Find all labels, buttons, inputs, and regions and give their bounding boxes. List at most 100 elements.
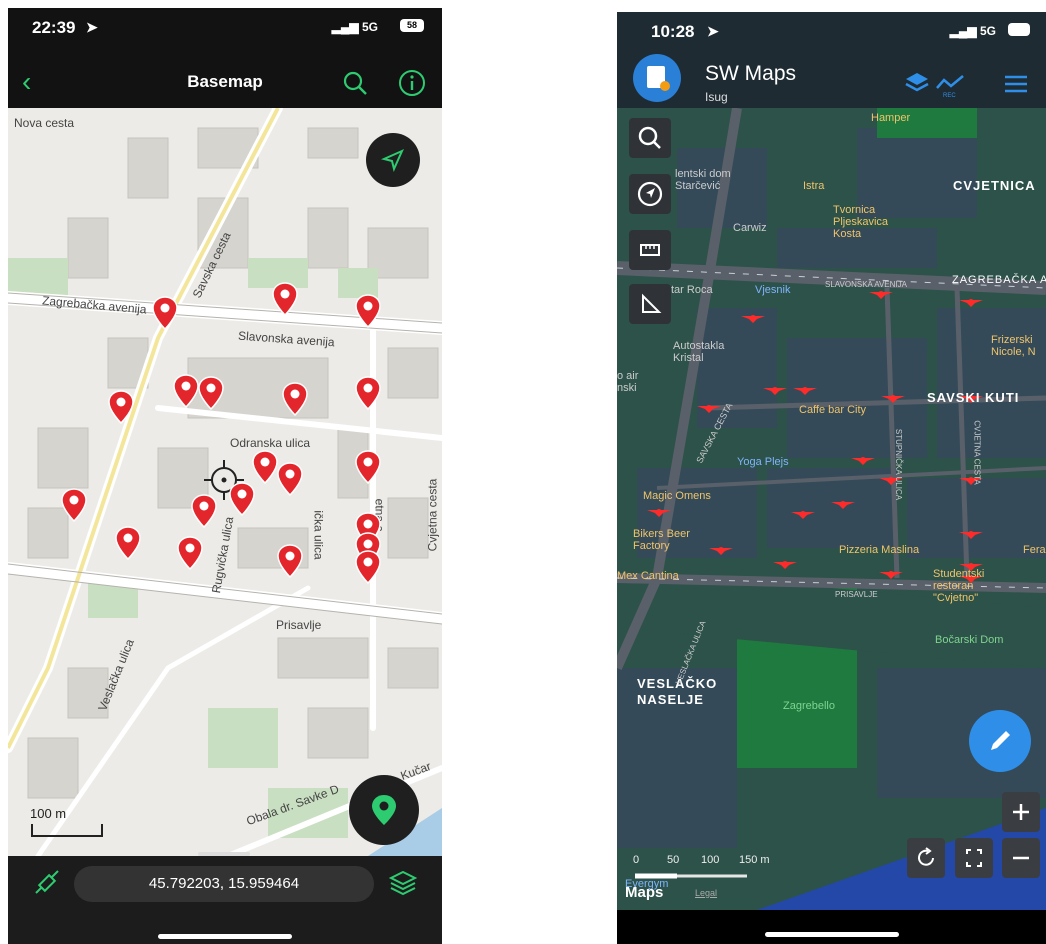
apple-maps-logo: Maps <box>625 884 664 901</box>
map-marker[interactable] <box>191 494 217 528</box>
poi-bikers[interactable]: Bikers Beer Factory <box>633 528 693 552</box>
poi-frizerski[interactable]: Frizerski Nicole, N <box>991 334 1046 358</box>
map-marker[interactable] <box>773 558 797 570</box>
scale-label-0: 0 <box>633 854 640 866</box>
map-marker[interactable] <box>355 376 381 410</box>
map-canvas[interactable]: Nova cesta Zagrebačka avenija Savska ces… <box>8 108 442 856</box>
map-marker[interactable] <box>763 384 787 396</box>
map-marker[interactable] <box>61 488 87 522</box>
poi-istra[interactable]: Istra <box>803 180 824 192</box>
track-record-icon[interactable]: REC <box>935 70 965 98</box>
poi-tvornica[interactable]: Tvornica Pljeskavica Kosta <box>833 204 903 240</box>
scale-label: 100 m <box>30 806 67 821</box>
map-marker[interactable] <box>959 528 983 540</box>
map-marker[interactable] <box>881 392 905 404</box>
map-marker[interactable] <box>229 482 255 516</box>
coordinates-display[interactable]: 45.792203, 15.959464 <box>74 866 374 902</box>
svg-text:REC: REC <box>943 93 956 98</box>
poi-caffe[interactable]: Caffe bar City <box>799 404 866 416</box>
status-time: 22:39 <box>32 18 76 37</box>
map-marker[interactable] <box>879 568 903 580</box>
scale-label-50: 50 <box>667 854 680 866</box>
status-time: 10:28 <box>651 22 695 41</box>
add-point-button[interactable] <box>349 775 419 845</box>
poi-studentski[interactable]: Studentski restoran "Cvjetno" <box>933 568 1003 604</box>
minus-icon <box>1013 856 1029 860</box>
legal-link[interactable]: Legal <box>695 888 717 898</box>
fullscreen-button[interactable] <box>955 838 993 878</box>
zoom-out-button[interactable] <box>1002 838 1040 878</box>
map-marker[interactable] <box>831 498 855 510</box>
area-cvjetnica: CVJETNICA <box>953 178 1036 193</box>
map-marker[interactable] <box>355 450 381 484</box>
compass-arrow-icon <box>637 181 663 207</box>
map-marker[interactable] <box>173 374 199 408</box>
map-marker[interactable] <box>959 296 983 308</box>
nav-bar: ‹ Basemap <box>8 58 442 108</box>
poi-starcevic: Starčević <box>675 180 721 192</box>
poi-hamper[interactable]: Hamper <box>871 112 910 124</box>
map-marker[interactable] <box>272 282 298 316</box>
scale-label-100: 100 <box>701 854 720 866</box>
poi-mex[interactable]: Mex Cantina <box>617 570 679 582</box>
page-title: Basemap <box>187 72 263 91</box>
signal-indicator: ▂▄▆ 5G <box>949 24 996 38</box>
road-slavonska: SLAVONSKA AVENIJA <box>825 280 907 289</box>
area-savski-kuti: SAVSKI KUTI <box>927 390 1020 405</box>
locate-button[interactable] <box>366 133 420 187</box>
poi-fera[interactable]: Fera <box>1023 544 1046 556</box>
measure-distance-button[interactable] <box>629 230 671 270</box>
map-marker[interactable] <box>152 296 178 330</box>
poi-zagrebello[interactable]: Zagrebello <box>783 700 835 712</box>
layers-icon[interactable] <box>903 70 931 98</box>
app-subtitle: Isug <box>705 90 728 104</box>
poi-vjesnik[interactable]: Vjesnik <box>755 284 790 296</box>
map-label-odranska: Odranska ulica <box>230 436 311 450</box>
navigate-button[interactable] <box>629 174 671 214</box>
poi-yoga[interactable]: Yoga Plejs <box>737 456 789 468</box>
poi-tar-roca: tar Roca <box>671 284 713 296</box>
poi-pizzeria[interactable]: Pizzeria Maslina <box>839 544 919 556</box>
edit-button[interactable] <box>969 710 1031 772</box>
map-marker[interactable] <box>697 402 721 414</box>
reset-rotation-button[interactable] <box>907 838 945 878</box>
search-button[interactable] <box>629 118 671 158</box>
map-marker[interactable] <box>115 526 141 560</box>
road-prisavlje: PRISAVLJE <box>835 590 878 599</box>
map-marker[interactable] <box>647 506 671 518</box>
app-header: SW Maps Isug REC <box>617 50 1046 108</box>
info-icon[interactable] <box>398 69 426 97</box>
map-marker[interactable] <box>355 550 381 584</box>
menu-icon[interactable] <box>1003 72 1029 96</box>
map-marker[interactable] <box>277 544 303 578</box>
map-label-prisavlje: Prisavlje <box>276 618 322 632</box>
map-label-cvjetna: Cvjetna cesta <box>425 478 440 552</box>
poi-magic[interactable]: Magic Omens <box>643 490 711 502</box>
phone-basemap-screen: 22:39 ➤ ▂▄▆ 5G 58 ‹ Basemap Nova cesta Z… <box>8 8 442 944</box>
map-marker[interactable] <box>252 450 278 484</box>
map-marker[interactable] <box>851 454 875 466</box>
map-marker[interactable] <box>177 536 203 570</box>
poi-bocarski[interactable]: Bočarski Dom <box>935 634 1003 646</box>
map-marker[interactable] <box>709 544 733 556</box>
satellite-icon[interactable] <box>32 869 62 899</box>
measure-area-button[interactable] <box>629 284 671 324</box>
map-marker[interactable] <box>793 384 817 396</box>
map-marker[interactable] <box>282 382 308 416</box>
search-icon[interactable] <box>342 70 368 96</box>
status-bar: 10:28 ➤ ▂▄▆ 5G <box>617 12 1046 50</box>
map-marker[interactable] <box>108 390 134 424</box>
map-marker[interactable] <box>198 376 224 410</box>
road-stupnicka: STUPNIČKA ULICA <box>894 428 904 501</box>
map-marker[interactable] <box>741 312 765 324</box>
map-marker[interactable] <box>869 288 893 300</box>
map-canvas[interactable]: Hamper lentski dom Starčević Istra CVJET… <box>617 108 1046 910</box>
map-marker[interactable] <box>355 294 381 328</box>
sheet-handle[interactable] <box>198 852 250 856</box>
map-marker[interactable] <box>277 462 303 496</box>
road-cvjetna: CVJETNA CESTA <box>972 420 982 485</box>
map-marker[interactable] <box>791 508 815 520</box>
layers-icon[interactable] <box>388 868 418 898</box>
search-icon <box>638 126 661 149</box>
zoom-in-button[interactable] <box>1002 792 1040 832</box>
